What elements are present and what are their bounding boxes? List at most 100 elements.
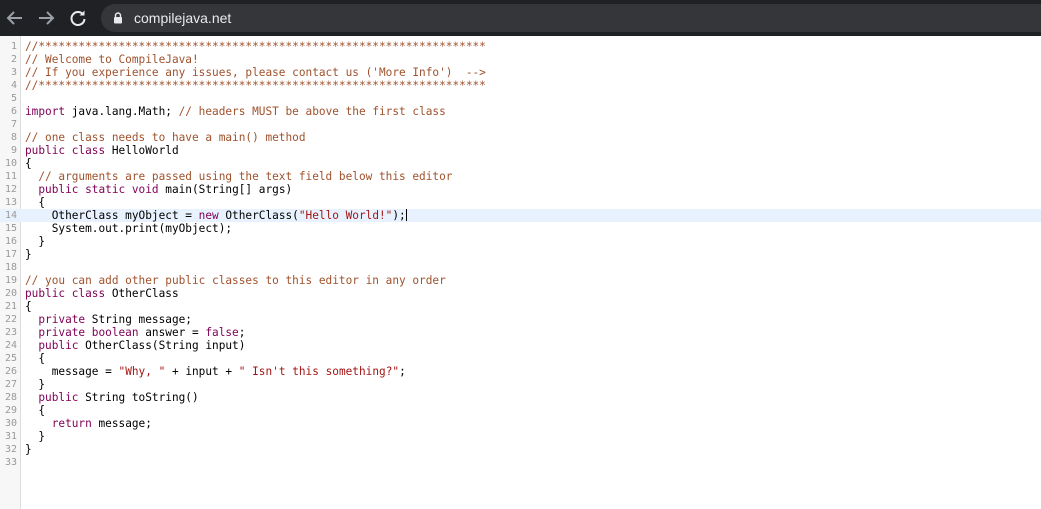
code-keyword: public class	[25, 287, 106, 300]
code-text: }	[25, 443, 32, 456]
code-line[interactable]: 33	[0, 456, 1041, 469]
code-text: {	[25, 157, 32, 170]
line-number: 24	[4, 340, 17, 351]
code-text: // you can add other public classes to t…	[25, 274, 446, 287]
code-text: System.out.print(myObject);	[25, 222, 232, 235]
code-comment: // Welcome to CompileJava!	[25, 53, 199, 66]
code-line[interactable]: 29 {	[0, 404, 1041, 417]
code-token: main(String[] args)	[158, 183, 293, 196]
code-comment: // If you experience any issues, please …	[25, 66, 486, 79]
code-string: " Isn't this something?"	[238, 365, 400, 378]
code-text: //**************************************…	[25, 79, 486, 92]
code-line[interactable]: 18	[0, 261, 1041, 274]
code-keyword: false	[205, 326, 239, 339]
code-line[interactable]: 30 return message;	[0, 417, 1041, 430]
code-line[interactable]: 19 // you can add other public classes to…	[0, 274, 1041, 287]
code-line[interactable]: 15 System.out.print(myObject);	[0, 222, 1041, 235]
code-line[interactable]: 28 public String toString()	[0, 391, 1041, 404]
line-number: 19	[4, 275, 17, 286]
code-line[interactable]: 32}	[0, 443, 1041, 456]
line-number: 6	[10, 106, 17, 117]
code-keyword: return	[51, 417, 92, 430]
line-number: 7	[10, 119, 17, 130]
line-number: 33	[4, 457, 17, 468]
code-line[interactable]: 13 {	[0, 196, 1041, 209]
code-line[interactable]: 4 //*************************************…	[0, 79, 1041, 92]
code-comment: // arguments are passed using the text f…	[38, 170, 453, 183]
code-text: // one class needs to have a main() meth…	[25, 131, 306, 144]
code-line[interactable]: 12 public static void main(String[] args…	[0, 183, 1041, 196]
code-token: OtherClass myObject =	[25, 209, 199, 222]
code-line[interactable]: 1 //*************************************…	[0, 40, 1041, 53]
code-text: public class HelloWorld	[25, 144, 179, 157]
code-line[interactable]: 22 private String message;	[0, 313, 1041, 326]
code-token: message;	[91, 417, 152, 430]
code-line[interactable]: 5	[0, 92, 1041, 105]
code-text: public String toString()	[25, 391, 199, 404]
address-bar[interactable]: compilejava.net	[101, 4, 1041, 32]
code-text: OtherClass myObject = new OtherClass("He…	[25, 209, 407, 222]
line-number: 32	[4, 444, 17, 455]
code-line[interactable]: 7	[0, 118, 1041, 131]
code-line[interactable]: 6 import java.lang.Math; // headers MUST …	[0, 105, 1041, 118]
code-token: {	[25, 404, 46, 417]
code-line[interactable]: 10 {	[0, 157, 1041, 170]
line-number: 13	[4, 197, 17, 208]
code-line[interactable]: 25 {	[0, 352, 1041, 365]
code-line[interactable]: 8 // one class needs to have a main() met…	[0, 131, 1041, 144]
code-line[interactable]: 3 // If you experience any issues, please…	[0, 66, 1041, 79]
code-line[interactable]: 14 OtherClass myObject = new OtherClass(…	[0, 209, 1041, 222]
code-text: {	[25, 300, 32, 313]
line-number: 20	[4, 288, 17, 299]
code-token: }	[25, 248, 32, 261]
code-token: + input +	[165, 365, 239, 378]
line-number: 21	[4, 301, 17, 312]
code-token: String message;	[85, 313, 192, 326]
code-token: OtherClass(	[218, 209, 299, 222]
code-token: String toString()	[78, 391, 199, 404]
back-button[interactable]	[4, 7, 26, 29]
code-text: {	[25, 196, 45, 209]
line-number: 14	[4, 210, 17, 221]
code-line[interactable]: 2 // Welcome to CompileJava!	[0, 53, 1041, 66]
code-line[interactable]: 31 }	[0, 430, 1041, 443]
reload-button[interactable]	[67, 7, 89, 29]
code-line[interactable]: 26 message = "Why, " + input + " Isn't t…	[0, 365, 1041, 378]
code-text: import java.lang.Math; // headers MUST b…	[25, 105, 446, 118]
back-arrow-icon	[6, 11, 22, 25]
code-line[interactable]: 20 public class OtherClass	[0, 287, 1041, 300]
browser-toolbar: compilejava.net	[0, 0, 1041, 36]
code-line[interactable]: 21 {	[0, 300, 1041, 313]
code-line[interactable]: 11 // arguments are passed using the tex…	[0, 170, 1041, 183]
code-line[interactable]: 9 public class HelloWorld	[0, 144, 1041, 157]
code-token: HelloWorld	[105, 144, 179, 157]
code-area[interactable]: 1 //*************************************…	[0, 40, 1041, 469]
forward-button[interactable]	[35, 7, 57, 29]
code-token: }	[25, 378, 46, 391]
code-text: message = "Why, " + input + " Isn't this…	[25, 365, 406, 378]
code-string: "Why, "	[118, 365, 166, 378]
code-editor[interactable]: 1 //*************************************…	[0, 36, 1041, 509]
line-number: 30	[4, 418, 17, 429]
code-token: {	[25, 300, 32, 313]
code-text: public static void main(String[] args)	[25, 183, 292, 196]
code-token: answer =	[138, 326, 206, 339]
code-line[interactable]: 27 }	[0, 378, 1041, 391]
url-text: compilejava.net	[134, 10, 232, 26]
code-line[interactable]: 23 private boolean answer = false;	[0, 326, 1041, 339]
line-number: 4	[10, 80, 17, 91]
code-line[interactable]: 17}	[0, 248, 1041, 261]
code-line[interactable]: 16 }	[0, 235, 1041, 248]
code-line[interactable]: 24 public OtherClass(String input)	[0, 339, 1041, 352]
code-text: // If you experience any issues, please …	[25, 66, 486, 79]
line-number: 28	[4, 392, 17, 403]
code-text: private boolean answer = false;	[25, 326, 245, 339]
line-number: 23	[4, 327, 17, 338]
code-token: {	[25, 352, 46, 365]
code-text: {	[25, 404, 45, 417]
code-keyword: private	[38, 313, 86, 326]
